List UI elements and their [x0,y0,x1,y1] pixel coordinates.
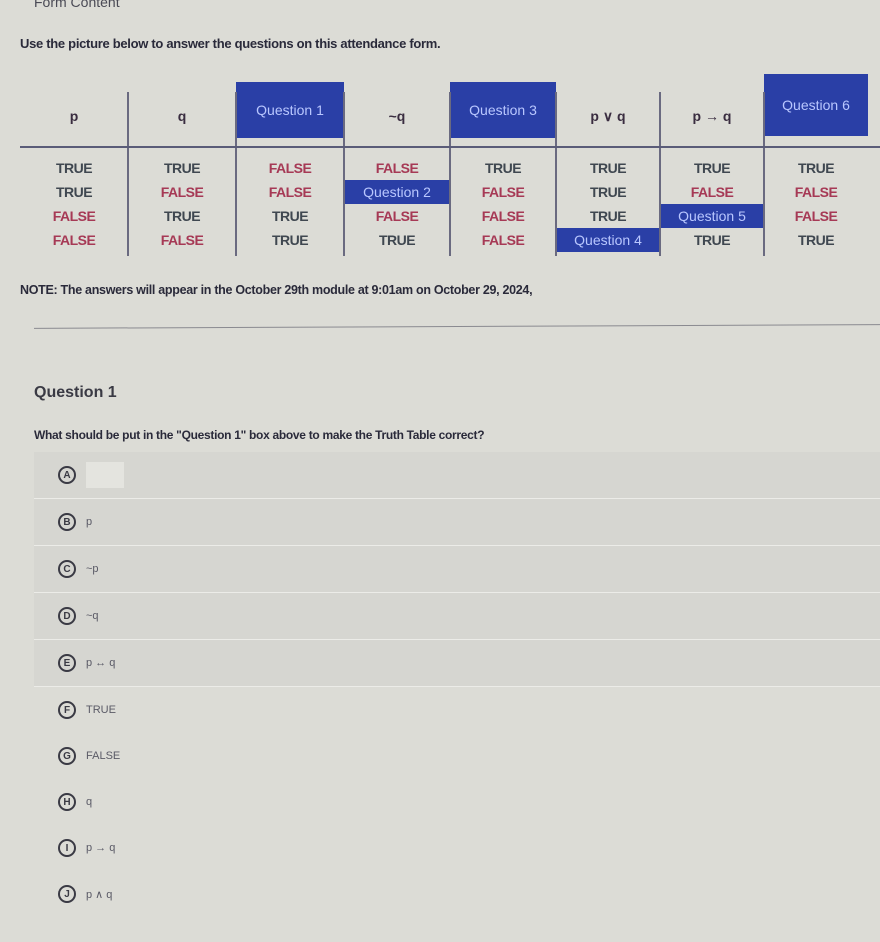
question-text: What should be put in the "Question 1" b… [34,428,485,442]
question-placeholder-cell: Question 5 [660,204,764,228]
table-cell: FALSE [52,232,96,248]
table-cell: FALSE [690,184,734,200]
table-cell: TRUE [589,184,627,200]
option-letter-badge[interactable]: E [58,654,76,672]
answer-option-a[interactable]: A [34,452,880,499]
answer-options: A Bp C ~p D ~q Ep ↔ q F TRUE G FALSE Hq Ip → qJp ∧ q [34,452,880,917]
option-text: p → q [86,842,116,854]
truth-table: p TRUE TRUE FALSE FALSE q TRUE FALSE TRUE FALSE Qu… [20,72,880,262]
table-cell: FALSE [268,184,312,200]
column-header: p ∨ q [590,107,626,124]
answer-option-f[interactable]: F TRUE [34,687,880,733]
answer-option-d[interactable]: D ~q [34,593,880,640]
table-cell: TRUE [163,208,201,224]
table-cell: TRUE [378,232,416,248]
column-divider [659,92,661,256]
answer-option-c[interactable]: C ~p [34,546,880,593]
column-header: q [177,108,187,124]
column-divider [235,92,237,256]
table-cell: TRUE [55,184,93,200]
column-divider [449,92,451,256]
column-header: ~q [388,108,406,124]
option-letter-badge[interactable]: G [58,747,76,765]
option-blank-image [86,462,124,488]
table-cell: TRUE [693,160,731,176]
option-text: ~q [86,610,99,622]
table-cell: FALSE [794,184,838,200]
column-header: p → q [692,108,732,124]
table-cell: FALSE [268,160,312,176]
table-cell: FALSE [375,208,419,224]
column-header: Question 6 [764,74,868,136]
option-letter-badge[interactable]: J [58,885,76,903]
column-divider [127,92,129,256]
answer-option-i[interactable]: Ip → q [34,825,880,871]
table-cell: TRUE [163,160,201,176]
note-text: NOTE: The answers will appear in the Oct… [20,283,533,297]
option-text: TRUE [86,704,116,716]
option-text: p ↔ q [86,657,116,669]
divider [34,324,880,329]
table-cell: TRUE [271,208,309,224]
answer-option-g[interactable]: G FALSE [34,733,880,779]
option-letter-badge[interactable]: F [58,701,76,719]
form-content-label: Form Content [34,0,120,10]
table-cell: TRUE [693,232,731,248]
table-cell: FALSE [481,232,525,248]
option-text: q [86,796,93,808]
table-cell: FALSE [481,184,525,200]
table-cell: TRUE [271,232,309,248]
answer-option-e[interactable]: Ep ↔ q [34,640,880,687]
question-placeholder-cell: Question 2 [344,180,450,204]
option-letter-badge[interactable]: C [58,560,76,578]
option-letter-badge[interactable]: H [58,793,76,811]
column-header: Question 3 [450,82,556,138]
option-text: p [86,516,93,528]
column-divider [343,92,345,256]
question-placeholder-cell: Question 4 [556,228,660,252]
table-cell: TRUE [589,208,627,224]
table-cell: TRUE [55,160,93,176]
table-cell: TRUE [797,232,835,248]
option-text: p ∧ q [86,888,113,901]
question-title: Question 1 [34,384,117,401]
table-cell: FALSE [52,208,96,224]
table-cell: FALSE [160,184,204,200]
table-cell: FALSE [375,160,419,176]
column-header: p [69,108,79,124]
column-header: Question 1 [236,82,344,138]
header-divider [20,146,880,148]
option-letter-badge[interactable]: I [58,839,76,857]
option-letter-badge[interactable]: A [58,466,76,484]
table-cell: TRUE [797,160,835,176]
option-letter-badge[interactable]: D [58,607,76,625]
table-cell: FALSE [481,208,525,224]
answer-option-b[interactable]: Bp [34,499,880,546]
table-cell: TRUE [589,160,627,176]
column-divider [763,92,765,256]
table-cell: FALSE [160,232,204,248]
answer-option-j[interactable]: Jp ∧ q [34,871,880,917]
table-cell: TRUE [484,160,522,176]
option-letter-badge[interactable]: B [58,513,76,531]
option-text: FALSE [86,750,121,762]
intro-text: Use the picture below to answer the ques… [20,36,441,51]
column-divider [555,92,557,256]
answer-option-h[interactable]: Hq [34,779,880,825]
table-cell: FALSE [794,208,838,224]
option-text: ~p [86,563,99,575]
